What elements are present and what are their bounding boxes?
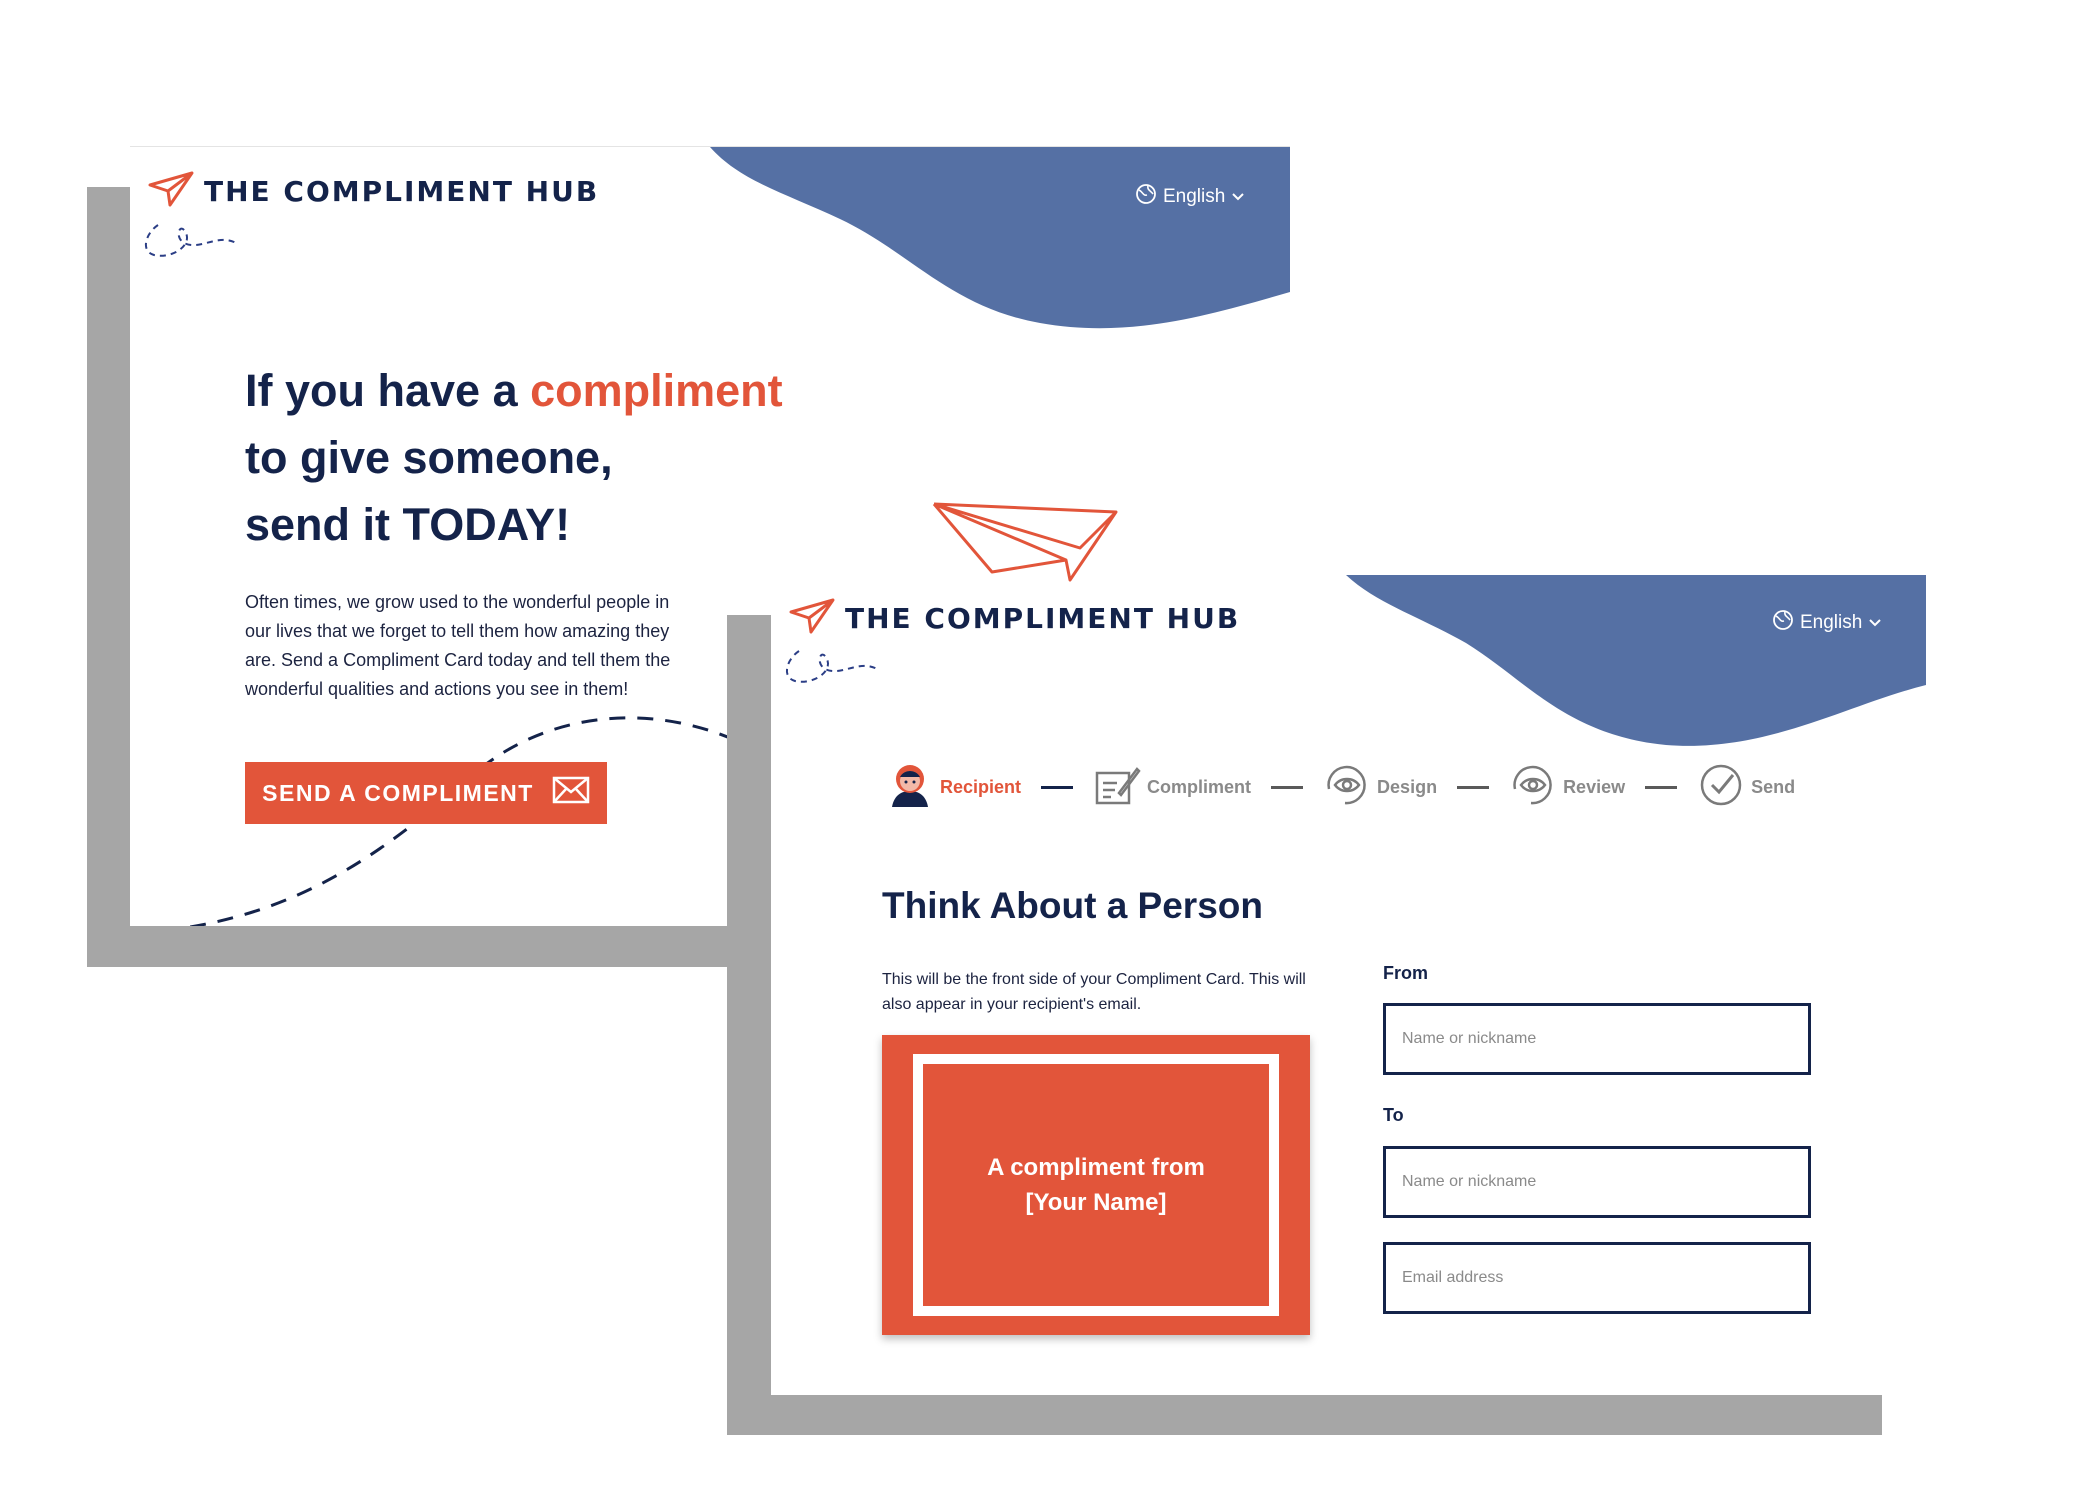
send-compliment-button[interactable]: SEND A COMPLIMENT xyxy=(245,762,607,824)
check-circle-icon xyxy=(1697,761,1745,814)
step-design[interactable]: Design xyxy=(1323,761,1437,814)
step-connector xyxy=(1271,786,1304,789)
headline-line3: send it TODAY! xyxy=(245,499,571,550)
card-line2: [Your Name] xyxy=(1025,1189,1167,1216)
step-recipient[interactable]: Recipient xyxy=(886,761,1021,814)
eye-icon xyxy=(1509,761,1557,814)
paper-plane-illustration xyxy=(932,502,1118,582)
section-title: Think About a Person xyxy=(882,885,1263,926)
step-label: Design xyxy=(1377,777,1438,797)
header-wave xyxy=(1346,575,1926,746)
dashed-trail-decoration xyxy=(144,224,237,257)
language-selector[interactable]: English xyxy=(1772,609,1882,637)
chevron-down-icon xyxy=(1231,186,1245,208)
step-connector xyxy=(1457,786,1490,789)
headline-part1: If you have a xyxy=(245,365,531,416)
card-frame: A compliment from [Your Name] xyxy=(913,1054,1279,1316)
paper-plane-icon xyxy=(148,171,194,212)
hero-headline: If you have a compliment to give someone… xyxy=(245,357,783,558)
eye-icon xyxy=(1323,761,1371,814)
from-label: From xyxy=(1383,963,1428,983)
step-connector xyxy=(1645,786,1678,789)
chevron-down-icon xyxy=(1868,612,1882,634)
dashed-trail-decoration xyxy=(785,650,878,683)
person-icon xyxy=(886,761,934,814)
cta-label: SEND A COMPLIMENT xyxy=(262,779,534,806)
step-review[interactable]: Review xyxy=(1509,761,1625,814)
language-selector[interactable]: English xyxy=(1135,183,1245,211)
globe-icon xyxy=(1772,609,1794,637)
step-label: Send xyxy=(1751,777,1796,797)
to-name-field[interactable] xyxy=(1383,1146,1811,1218)
site-logo[interactable]: THE COMPLIMENT HUB xyxy=(789,598,1240,639)
header-wave xyxy=(710,147,1290,329)
compliment-card-preview: A compliment from [Your Name] xyxy=(882,1035,1310,1335)
step-label: Recipient xyxy=(940,777,1022,797)
step-connector xyxy=(1041,786,1074,789)
envelope-icon xyxy=(552,776,590,810)
site-logo[interactable]: THE COMPLIMENT HUB xyxy=(148,171,599,212)
logo-text: THE COMPLIMENT HUB xyxy=(845,602,1241,635)
language-label: English xyxy=(1163,186,1226,207)
globe-icon xyxy=(1135,183,1157,211)
headline-line2: to give someone, xyxy=(245,432,613,483)
paper-plane-icon xyxy=(789,598,835,639)
from-name-field[interactable] xyxy=(1383,1003,1811,1075)
language-label: English xyxy=(1800,612,1863,633)
hero-blurb: Often times, we grow used to the wonderf… xyxy=(245,592,671,699)
wizard-steps: Recipient Compliment Design Review Send xyxy=(886,761,1795,814)
step-label: Review xyxy=(1563,777,1626,797)
step-compliment[interactable]: Compliment xyxy=(1093,763,1251,812)
card-line1: A compliment from xyxy=(987,1154,1205,1181)
email-field[interactable] xyxy=(1383,1242,1811,1314)
wizard-panel: THE COMPLIMENT HUB English Recipient Com… xyxy=(771,575,1926,1395)
pencil-note-icon xyxy=(1093,763,1141,812)
section-description: This will be the front side of your Comp… xyxy=(882,971,1306,1013)
step-label: Compliment xyxy=(1147,777,1252,797)
headline-accent: compliment xyxy=(530,365,783,416)
to-label: To xyxy=(1383,1105,1404,1125)
stage: THE COMPLIMENT HUB English If you have a… xyxy=(0,0,2100,1500)
step-send[interactable]: Send xyxy=(1697,761,1795,814)
logo-text: THE COMPLIMENT HUB xyxy=(204,175,600,208)
